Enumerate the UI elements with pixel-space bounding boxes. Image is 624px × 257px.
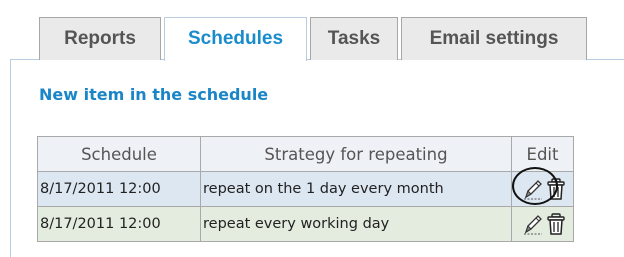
- table-row: 8/17/2011 12:00 repeat on the 1 day ever…: [37, 171, 574, 207]
- column-header-edit: Edit: [511, 136, 574, 172]
- tab-reports[interactable]: Reports: [39, 17, 161, 60]
- table-header-row: Schedule Strategy for repeating Edit: [37, 136, 574, 172]
- column-header-strategy: Strategy for repeating: [200, 136, 512, 172]
- edit-cell: [511, 206, 574, 242]
- pencil-icon[interactable]: [522, 177, 544, 201]
- tab-tasks[interactable]: Tasks: [310, 17, 398, 60]
- table-row: 8/17/2011 12:00 repeat every working day: [37, 206, 574, 242]
- strategy-cell: repeat every working day: [200, 206, 512, 242]
- column-header-schedule: Schedule: [37, 136, 201, 172]
- page: Reports Schedules Tasks Email settings N…: [0, 0, 624, 257]
- schedule-cell: 8/17/2011 12:00: [37, 206, 201, 242]
- tab-email-settings[interactable]: Email settings: [401, 17, 587, 60]
- trash-icon[interactable]: [545, 212, 567, 236]
- content-left-border: [10, 59, 11, 257]
- schedule-table: Schedule Strategy for repeating Edit 8/1…: [37, 136, 574, 242]
- pencil-icon[interactable]: [522, 212, 544, 236]
- new-schedule-item-link[interactable]: New item in the schedule: [39, 85, 268, 104]
- schedule-cell: 8/17/2011 12:00: [37, 171, 201, 207]
- strategy-cell: repeat on the 1 day every month: [200, 171, 512, 207]
- edit-cell: [511, 171, 574, 207]
- trash-icon[interactable]: [545, 177, 567, 201]
- tab-schedules[interactable]: Schedules: [164, 17, 307, 61]
- tab-bar: Reports Schedules Tasks Email settings: [39, 17, 587, 61]
